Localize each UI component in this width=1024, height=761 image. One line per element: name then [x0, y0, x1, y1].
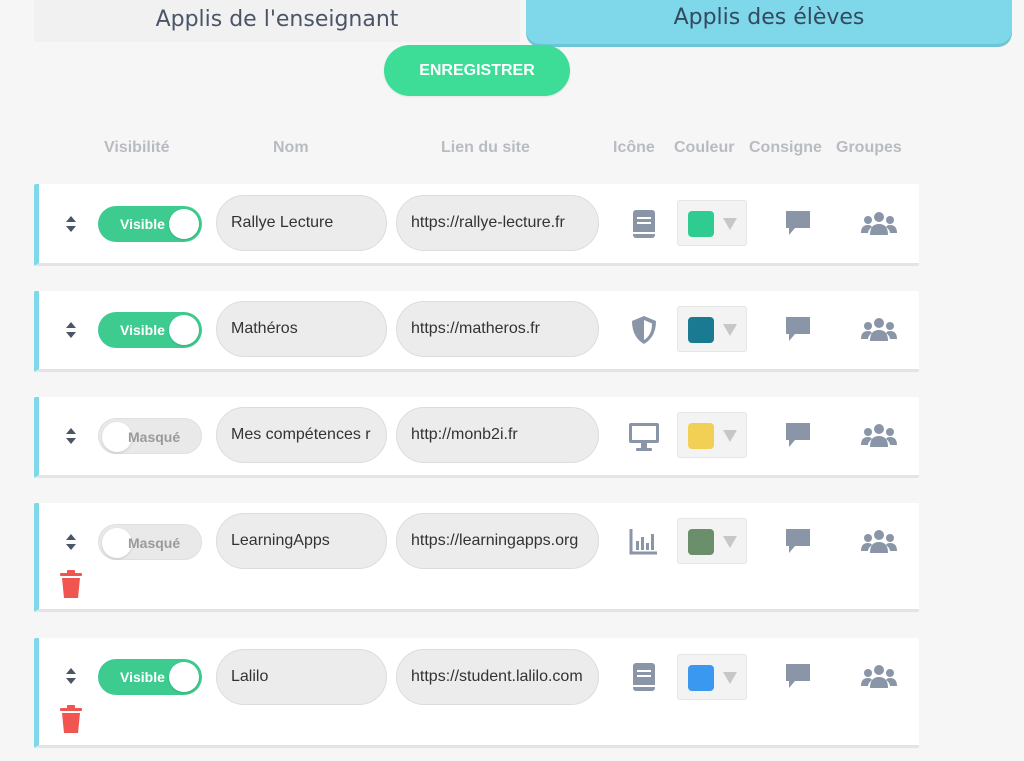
column-header-name: Nom [273, 139, 309, 156]
chart-icon[interactable] [627, 525, 661, 559]
desktop-icon[interactable] [627, 419, 661, 453]
chevron-down-icon [723, 536, 737, 548]
visibility-toggle[interactable]: Masqué [98, 418, 202, 454]
users-group-icon[interactable] [861, 211, 897, 235]
toggle-knob [169, 209, 199, 239]
column-header-link: Lien du site [441, 139, 530, 156]
visibility-label: Visible [120, 216, 165, 232]
column-header-instruction: Consigne [749, 139, 822, 156]
save-button[interactable]: ENREGISTRER [384, 45, 570, 96]
color-select[interactable] [677, 306, 747, 352]
comment-icon[interactable] [783, 526, 813, 556]
users-group-icon[interactable] [861, 317, 897, 341]
app-name-input[interactable]: LearningApps [216, 513, 387, 569]
app-row: Visible Rallye Lecture https://rallye-le… [34, 184, 919, 266]
app-row: Masqué Mes compétences r http://monb2i.f… [34, 397, 919, 478]
sort-handle-icon[interactable] [65, 533, 77, 551]
color-select[interactable] [677, 412, 747, 458]
column-header-groups: Groupes [836, 139, 902, 156]
comment-icon[interactable] [783, 314, 813, 344]
comment-icon[interactable] [783, 208, 813, 238]
color-swatch [688, 529, 714, 555]
sort-handle-icon[interactable] [65, 321, 77, 339]
app-name-input[interactable]: Rallye Lecture [216, 195, 387, 251]
app-row: Masqué LearningApps https://learningapps… [34, 503, 919, 612]
app-name-input[interactable]: Lalilo [216, 649, 387, 705]
visibility-label: Visible [120, 322, 165, 338]
column-header-color: Couleur [674, 139, 735, 156]
book-icon[interactable] [627, 660, 661, 694]
app-url-input[interactable]: http://monb2i.fr [396, 407, 599, 463]
app-url-input[interactable]: https://matheros.fr [396, 301, 599, 357]
color-select[interactable] [677, 654, 747, 700]
visibility-label: Masqué [128, 535, 181, 551]
tab-teacher-apps[interactable]: Applis de l'enseignant [34, 0, 520, 42]
column-header-visibility: Visibilité [104, 139, 170, 156]
trash-icon[interactable] [59, 569, 83, 599]
app-row: Visible Mathéros https://matheros.fr [34, 291, 919, 372]
shield-icon[interactable] [627, 313, 661, 347]
comment-icon[interactable] [783, 661, 813, 691]
toggle-knob [169, 662, 199, 692]
sort-handle-icon[interactable] [65, 667, 77, 685]
chevron-down-icon [723, 218, 737, 230]
app-name-input[interactable]: Mathéros [216, 301, 387, 357]
users-group-icon[interactable] [861, 529, 897, 553]
visibility-toggle[interactable]: Visible [98, 312, 202, 348]
book-icon[interactable] [627, 207, 661, 241]
users-group-icon[interactable] [861, 423, 897, 447]
app-url-input[interactable]: https://rallye-lecture.fr [396, 195, 599, 251]
app-name-input[interactable]: Mes compétences r [216, 407, 387, 463]
color-swatch [688, 665, 714, 691]
chevron-down-icon [723, 672, 737, 684]
trash-icon[interactable] [59, 704, 83, 734]
column-header-icon: Icône [613, 139, 655, 156]
color-swatch [688, 317, 714, 343]
users-group-icon[interactable] [861, 664, 897, 688]
comment-icon[interactable] [783, 420, 813, 450]
color-select[interactable] [677, 518, 747, 564]
visibility-label: Masqué [128, 429, 181, 445]
sort-handle-icon[interactable] [65, 427, 77, 445]
sort-handle-icon[interactable] [65, 215, 77, 233]
app-url-input[interactable]: https://student.lalilo.com [396, 649, 599, 705]
tab-student-apps[interactable]: Applis des élèves [526, 0, 1012, 44]
color-swatch [688, 423, 714, 449]
app-url-input[interactable]: https://learningapps.org [396, 513, 599, 569]
chevron-down-icon [723, 430, 737, 442]
color-swatch [688, 211, 714, 237]
visibility-label: Visible [120, 669, 165, 685]
toggle-knob [169, 315, 199, 345]
chevron-down-icon [723, 324, 737, 336]
color-select[interactable] [677, 200, 747, 246]
visibility-toggle[interactable]: Masqué [98, 524, 202, 560]
app-row: Visible Lalilo https://student.lalilo.co… [34, 638, 919, 748]
visibility-toggle[interactable]: Visible [98, 659, 202, 695]
visibility-toggle[interactable]: Visible [98, 206, 202, 242]
